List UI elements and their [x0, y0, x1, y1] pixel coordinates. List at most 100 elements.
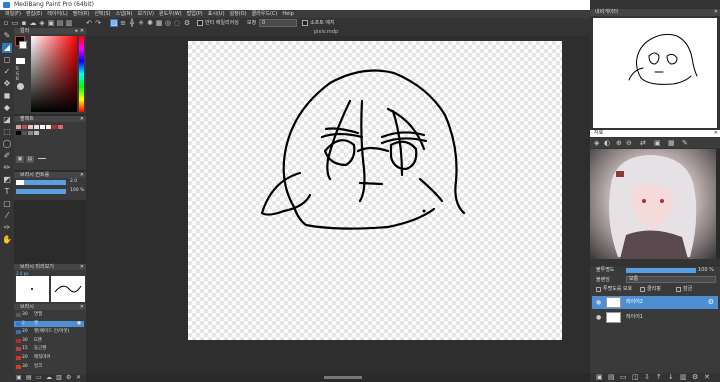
brush-list-item[interactable]: 30 연필 — [14, 312, 84, 318]
import-brush-icon[interactable]: ▥ — [56, 374, 62, 381]
menu-help[interactable]: Help — [282, 10, 293, 18]
menu-view[interactable]: 보기(V) — [137, 10, 154, 18]
move-up-icon[interactable]: ↑ — [656, 373, 662, 381]
saturation-value-picker[interactable] — [31, 36, 77, 112]
zoom-in-icon[interactable]: ⊕ — [616, 139, 622, 147]
print-icon[interactable]: ▤ — [56, 19, 64, 27]
menu-select[interactable]: 선택(S) — [94, 10, 110, 18]
duplicate-layer-icon[interactable]: ◫ — [632, 373, 639, 381]
selection-rect-icon[interactable]: ⬚ — [2, 127, 12, 137]
blend-select[interactable]: 보통 — [626, 276, 716, 283]
close-icon[interactable]: ✕ — [80, 116, 84, 122]
document-tab[interactable]: pixiv.mdp — [291, 28, 361, 36]
menu-filter[interactable]: 필터(R) — [73, 10, 90, 18]
undo-icon[interactable]: ↶ — [85, 19, 93, 27]
cloud-icon[interactable]: ☁ — [29, 19, 37, 27]
drawing-canvas[interactable] — [188, 41, 562, 340]
new-halftone-layer-icon[interactable]: ▤ — [608, 373, 615, 381]
lock-checkbox[interactable] — [676, 287, 681, 292]
new-folder-icon[interactable]: ▭ — [620, 373, 627, 381]
snap-settings-icon[interactable]: ⚙ — [183, 19, 191, 27]
eraser-icon[interactable]: ◢ — [2, 43, 12, 53]
palette-swatch[interactable] — [22, 125, 27, 129]
snap-grid-icon[interactable]: ▦ — [155, 19, 163, 27]
gradient-icon[interactable]: ◩ — [2, 175, 12, 185]
share-icon[interactable]: ◈ — [38, 19, 46, 27]
menu-file[interactable]: 파일(F) — [5, 10, 21, 18]
brush-list-item[interactable]: 20 매직마커 — [14, 355, 84, 361]
folder-icon[interactable]: ▭ — [36, 374, 42, 381]
brush-list-item[interactable]: 15 둥근펜 — [14, 346, 84, 352]
rotate-icon[interactable]: ◐ — [604, 139, 610, 147]
layer-row-2[interactable]: ● 레이어2 ⚙ — [592, 296, 718, 309]
snap-curve-icon[interactable]: ◌ — [173, 19, 181, 27]
soft-edge-checkbox[interactable] — [302, 20, 308, 26]
visibility-icon[interactable]: ● — [596, 311, 601, 324]
visibility-icon[interactable]: ● — [596, 296, 601, 309]
delete-brush-icon[interactable]: ✕ — [76, 374, 81, 381]
hand-icon[interactable]: ✋ — [2, 235, 12, 245]
layer-opacity-slider[interactable] — [626, 268, 696, 273]
palette-swatch[interactable] — [52, 125, 57, 129]
palette-swatch[interactable] — [34, 125, 39, 129]
select-icon[interactable]: ◼ — [2, 91, 12, 101]
flip-icon[interactable]: ⇄ — [640, 139, 646, 147]
palette-swatch[interactable] — [16, 131, 21, 135]
close-icon[interactable]: ✕ — [80, 304, 84, 310]
cloud-brush-icon[interactable]: ☁ — [46, 374, 52, 381]
menu-display[interactable]: 표시(U) — [208, 10, 225, 18]
snap-off-icon[interactable]: ▧ — [110, 19, 118, 27]
open-reference-icon[interactable]: ◈ — [594, 139, 599, 147]
bucket-icon[interactable]: ✏ — [2, 163, 12, 173]
menu-settings[interactable]: 설정(O) — [230, 10, 247, 18]
duplicate-brush-icon[interactable]: ▤ — [26, 374, 32, 381]
layer-row-1[interactable]: ● 레이어1 — [592, 311, 718, 324]
protect-checkbox[interactable] — [596, 287, 601, 292]
add-palette-icon[interactable]: ▣ — [16, 156, 24, 163]
new-file-icon[interactable]: ▫ — [2, 19, 10, 27]
palette-swatch[interactable] — [40, 125, 45, 129]
eyedropper-icon[interactable]: ⁄ — [2, 211, 12, 221]
brush-opacity-slider[interactable] — [16, 189, 66, 194]
layer-settings-icon[interactable]: ⚙ — [708, 296, 714, 309]
magic-wand-icon[interactable]: ◪ — [2, 115, 12, 125]
navigator-preview[interactable] — [593, 18, 717, 128]
close-icon[interactable]: ✕ — [714, 130, 718, 137]
palette-swatch[interactable] — [28, 131, 33, 135]
correction-select[interactable]: 0 — [259, 19, 297, 27]
palette-swatch[interactable] — [58, 125, 63, 129]
settings-icon[interactable]: ▥ — [65, 19, 73, 27]
layer-folder-icon[interactable]: ▥ — [680, 373, 687, 381]
scroll-thumb[interactable] — [324, 376, 362, 379]
reference-scrollbar[interactable] — [716, 149, 720, 259]
menu-cloud[interactable]: 클라우드(C) — [252, 10, 278, 18]
menu-snap[interactable]: 스냅(N) — [116, 10, 133, 18]
move-down-icon[interactable]: ↓ — [668, 373, 674, 381]
antialias-checkbox[interactable] — [197, 20, 203, 26]
panel-tool-icon[interactable]: ▢ — [2, 199, 12, 209]
brush-list-item[interactable]: 30 G펜 — [14, 338, 84, 344]
menu-layer[interactable]: 레이어(L) — [47, 10, 68, 18]
menu-popup[interactable]: 팝업(P) — [187, 10, 203, 18]
close-icon[interactable]: ✕ — [80, 264, 84, 270]
settings-icon[interactable]: ▦ — [668, 139, 675, 147]
brush-list-item[interactable]: 30 잉크 — [14, 364, 84, 370]
open-file-icon[interactable]: ▭ — [11, 19, 19, 27]
snap-radial-icon[interactable]: ✺ — [146, 19, 154, 27]
menu-window[interactable]: 윈도우(W) — [159, 10, 182, 18]
zoom-out-icon[interactable]: ⊖ — [626, 139, 632, 147]
close-icon[interactable]: ✕ — [80, 28, 84, 34]
hue-slider[interactable] — [79, 36, 84, 112]
move-icon[interactable]: ✥ — [2, 79, 12, 89]
palette-swatch[interactable] — [28, 125, 33, 129]
palette-swatch[interactable] — [46, 125, 51, 129]
brush-list-item[interactable]: 20 펜(페이드 인/아웃) — [14, 329, 84, 335]
secondary-color-swatch[interactable] — [19, 41, 27, 49]
menu-edit[interactable]: 편집(E) — [26, 10, 42, 18]
snap-cross-icon[interactable]: ╬ — [128, 19, 136, 27]
merge-down-icon[interactable]: ⇩ — [644, 373, 650, 381]
fill-icon[interactable]: ✓ — [2, 67, 12, 77]
snap-parallel-icon[interactable]: ≡ — [119, 19, 127, 27]
color-wheel-icon[interactable] — [17, 83, 24, 90]
palette-swatch[interactable] — [16, 125, 21, 129]
